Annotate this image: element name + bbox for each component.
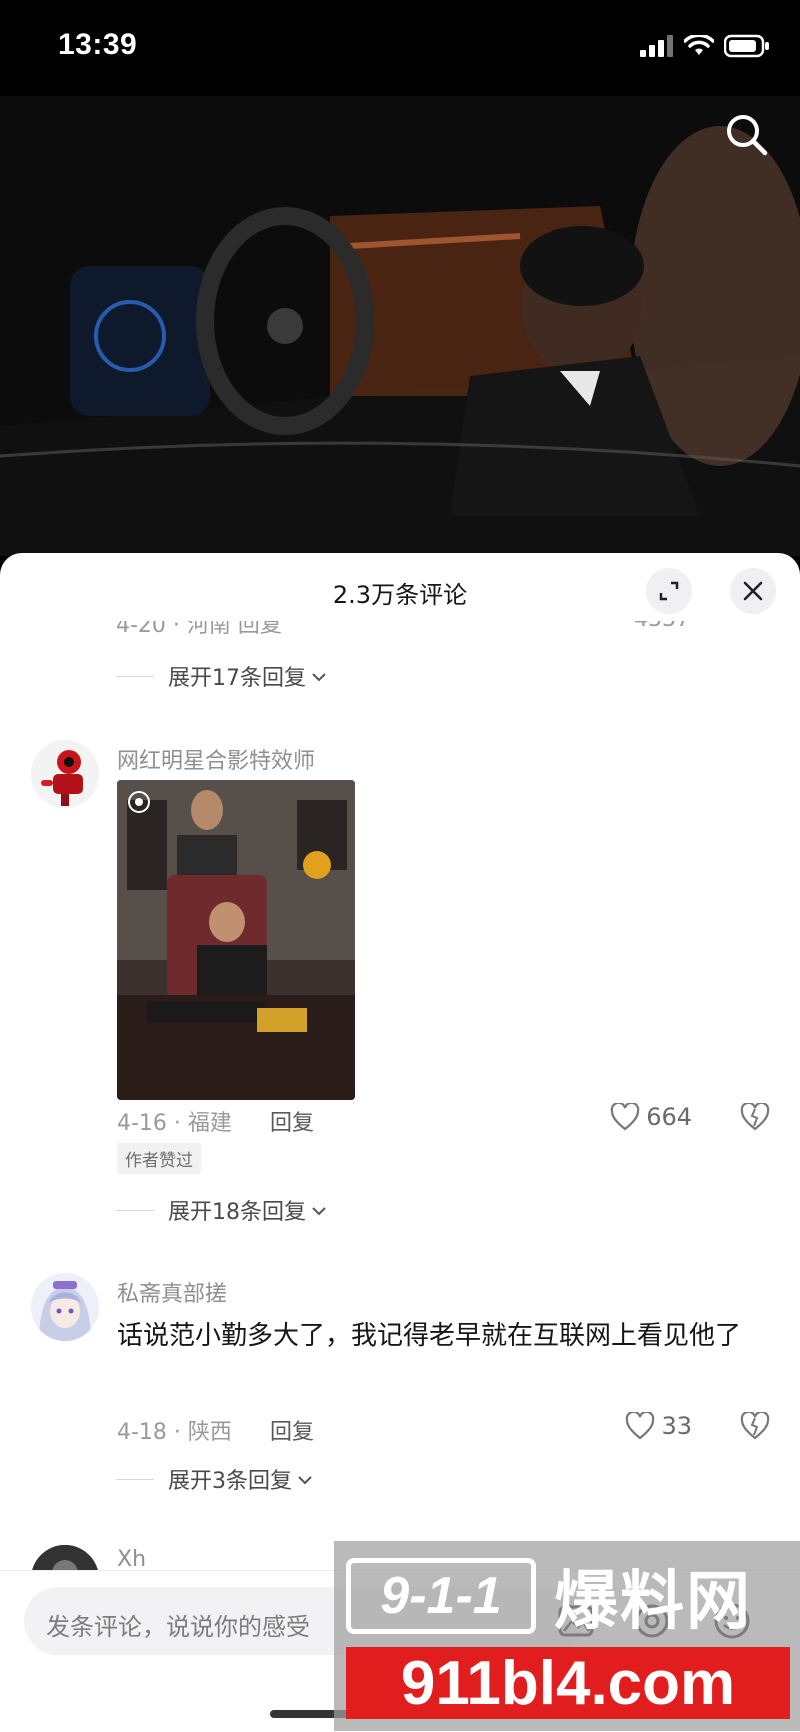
broken-heart-icon <box>740 1410 770 1440</box>
like-count: 33 <box>661 1412 692 1440</box>
battery-icon <box>724 34 769 58</box>
expand-replies-label: 展开3条回复 <box>168 1469 292 1494</box>
reply-button[interactable]: 回复 <box>270 1105 314 1137</box>
video-frame <box>0 96 800 556</box>
chevron-down-icon <box>312 664 326 689</box>
comment-username[interactable]: Xh <box>117 1547 146 1572</box>
like-count: 664 <box>646 1103 692 1131</box>
expand-replies-button[interactable]: 展开18条回复 <box>116 1194 326 1226</box>
status-icons <box>640 34 770 58</box>
expand-icon <box>659 581 679 601</box>
comment-text: 话说范小勤多大了，我记得老早就在互联网上看见他了 <box>117 1321 742 1351</box>
like-button[interactable]: 33 <box>625 1412 692 1440</box>
reply-button[interactable]: 回复 <box>270 1414 314 1446</box>
heart-icon <box>626 1412 655 1440</box>
previous-comment-date: 4-20 · 河南 回复 <box>116 621 282 635</box>
expand-replies-label: 展开18条回复 <box>168 1200 306 1225</box>
comment-username[interactable]: 私斋真部搓 <box>117 1276 227 1308</box>
comment-photo <box>117 780 355 1100</box>
anime-avatar-icon <box>31 1273 99 1341</box>
close-sheet-button[interactable] <box>730 568 776 614</box>
signal-icon <box>640 35 673 57</box>
comment-date-location: 4-16 · 福建 <box>117 1111 232 1136</box>
watermark-url: 911bl4.com <box>346 1647 790 1719</box>
status-bar: 13:39 <box>0 0 800 96</box>
wifi-icon <box>684 35 714 55</box>
expand-sheet-button[interactable] <box>646 568 692 614</box>
author-liked-badge: 作者赞过 <box>117 1143 201 1174</box>
search-icon <box>727 115 768 156</box>
avatar[interactable] <box>31 1273 99 1341</box>
robot-avatar-icon <box>31 740 99 808</box>
avatar[interactable] <box>31 740 99 808</box>
comment-image[interactable] <box>117 780 355 1100</box>
dislike-button[interactable] <box>740 1101 770 1133</box>
search-button[interactable] <box>722 110 772 160</box>
dislike-button[interactable] <box>740 1410 770 1442</box>
chevron-down-icon <box>312 1198 326 1223</box>
expand-replies-button[interactable]: 展开3条回复 <box>116 1463 312 1495</box>
comment-input-placeholder: 发条评论，说说你的感受 <box>46 1613 310 1641</box>
comment-username[interactable]: 网红明星合影特效师 <box>117 743 315 775</box>
expand-replies-button[interactable]: 展开17条回复 <box>116 660 326 692</box>
watermark-logo: 9-1-1 <box>346 1558 536 1634</box>
sheet-header: 2.3万条评论 <box>0 553 800 629</box>
watermark-logo-row: 9-1-1 爆料网 <box>346 1553 790 1639</box>
expand-replies-label: 展开17条回复 <box>168 666 306 691</box>
video-player[interactable] <box>0 96 800 556</box>
status-time: 13:39 <box>58 28 138 61</box>
previous-comment-meta: 4-20 · 河南 回复 4337 <box>116 621 770 635</box>
comment-date-location: 4-18 · 陕西 <box>117 1420 232 1445</box>
previous-comment-likes: 4337 <box>634 621 690 632</box>
broken-heart-icon <box>740 1101 770 1131</box>
divider <box>116 1209 154 1211</box>
heart-icon <box>610 1103 640 1131</box>
watermark-overlay: 9-1-1 爆料网 911bl4.com <box>334 1541 800 1731</box>
chevron-down-icon <box>298 1467 312 1492</box>
close-icon <box>743 581 763 601</box>
divider <box>116 1478 154 1480</box>
watermark-name: 爆料网 <box>554 1565 752 1639</box>
like-button[interactable]: 664 <box>610 1103 692 1131</box>
divider <box>116 675 154 677</box>
